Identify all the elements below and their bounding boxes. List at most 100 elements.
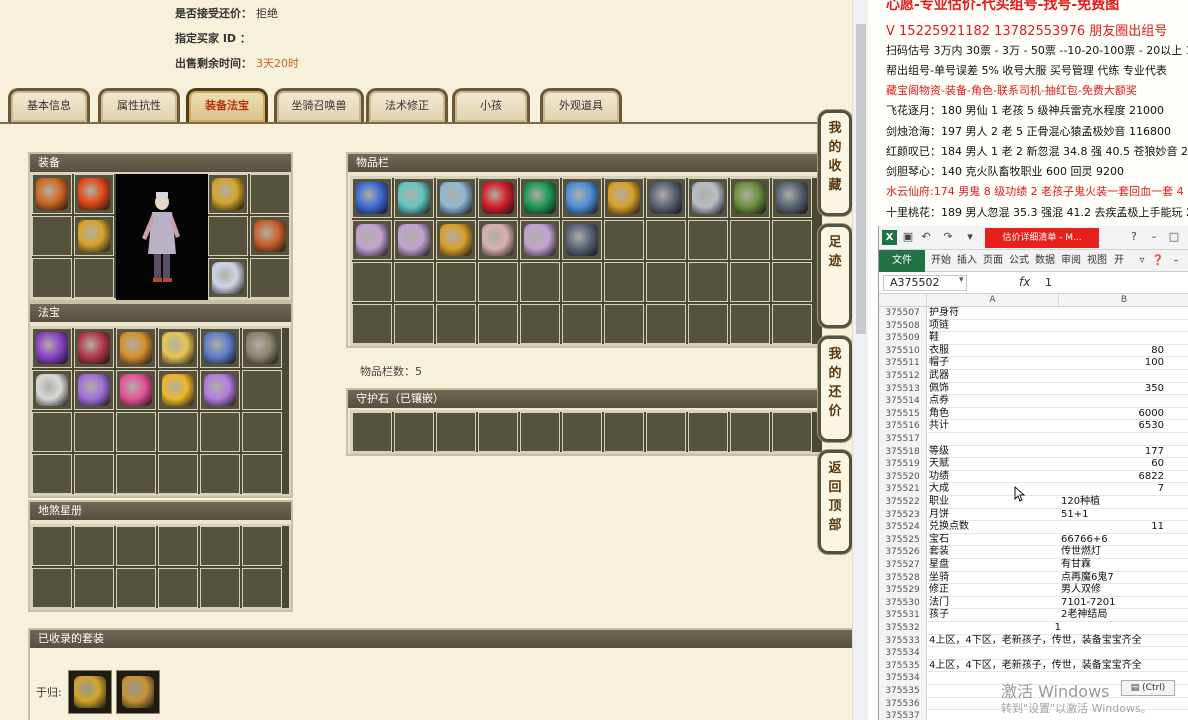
cell-a[interactable]: 修正 bbox=[929, 584, 1059, 597]
row-number[interactable]: 375532 bbox=[879, 622, 927, 635]
ribbon-tab[interactable]: 开始 bbox=[929, 250, 953, 272]
treasure-slot[interactable] bbox=[200, 370, 240, 410]
inventory-slot[interactable] bbox=[520, 304, 560, 344]
cell-a[interactable]: 月饼 bbox=[929, 509, 1059, 522]
save-icon[interactable]: ▣ bbox=[901, 230, 915, 244]
sheet-row[interactable]: 375529 修正 男人双修 bbox=[879, 584, 1188, 597]
inventory-slot[interactable] bbox=[646, 262, 686, 302]
none-slot[interactable] bbox=[200, 568, 240, 608]
none-slot[interactable] bbox=[74, 526, 114, 566]
inventory-slot[interactable] bbox=[562, 304, 602, 344]
cell-a[interactable]: 护身符 bbox=[929, 307, 1059, 320]
treasure-slot[interactable] bbox=[32, 454, 72, 494]
treasure-slot[interactable] bbox=[200, 412, 240, 452]
formula-value[interactable]: 1 bbox=[1045, 276, 1052, 289]
sheet-row[interactable]: 375515 角色 6000 bbox=[879, 407, 1188, 421]
cell-a[interactable]: 鞋 bbox=[929, 332, 1059, 345]
inventory-slot[interactable] bbox=[604, 262, 644, 302]
ribbon-minimize-icon[interactable]: – bbox=[1169, 250, 1183, 272]
cell-b[interactable]: 120种植 bbox=[1061, 496, 1161, 509]
tab-attributes[interactable]: 属性抗性 bbox=[98, 88, 180, 122]
row-number[interactable]: 375513 bbox=[879, 382, 927, 396]
name-box-dropdown-icon[interactable]: ▾ bbox=[959, 275, 964, 285]
inventory-slot[interactable] bbox=[730, 178, 770, 218]
corner-cell[interactable] bbox=[879, 294, 927, 307]
row-number[interactable]: 375537 bbox=[879, 710, 927, 720]
row-number[interactable]: 375514 bbox=[879, 395, 927, 408]
row-number[interactable]: 375524 bbox=[879, 521, 927, 534]
row-number[interactable]: 375536 bbox=[879, 697, 927, 711]
cell-a[interactable]: 项链 bbox=[929, 320, 1059, 333]
ribbon-tab[interactable]: 审阅 bbox=[1059, 250, 1083, 272]
treasure-slot[interactable] bbox=[242, 454, 282, 494]
quick-access-icon[interactable]: ▾ bbox=[963, 230, 977, 244]
set-item-slot[interactable] bbox=[68, 670, 112, 714]
sheet-row[interactable]: 375516 共计 6530 bbox=[879, 420, 1188, 433]
inventory-slot[interactable] bbox=[688, 304, 728, 344]
sheet-row[interactable]: 375509 鞋 bbox=[879, 332, 1188, 345]
treasure-slot[interactable] bbox=[158, 370, 198, 410]
cell-a[interactable]: 星盘 bbox=[929, 559, 1059, 572]
inventory-slot[interactable] bbox=[436, 304, 476, 344]
tab-children[interactable]: 小孩 bbox=[452, 88, 530, 122]
inventory-slot[interactable] bbox=[688, 178, 728, 218]
sheet-row[interactable]: 375513 佩饰 350 bbox=[879, 382, 1188, 396]
cell-b[interactable]: 2老神结局 bbox=[1061, 609, 1161, 622]
row-number[interactable]: 375509 bbox=[879, 332, 927, 345]
none-slot[interactable] bbox=[242, 568, 282, 608]
ribbon-tab[interactable]: 开 bbox=[1111, 250, 1127, 272]
inventory-slot[interactable] bbox=[772, 220, 812, 260]
cell-b[interactable]: 7 bbox=[1061, 483, 1164, 496]
sheet-row[interactable]: 375520 功绩 6822 bbox=[879, 470, 1188, 484]
sheet-row[interactable]: 375533 4上区，4下区，老新孩子，传世，装备宝宝齐全 bbox=[879, 634, 1188, 648]
treasure-slot[interactable] bbox=[116, 412, 156, 452]
row-number[interactable]: 375508 bbox=[879, 319, 927, 333]
inventory-slot[interactable] bbox=[688, 262, 728, 302]
inventory-slot[interactable] bbox=[394, 178, 434, 218]
treasure-slot[interactable] bbox=[32, 412, 72, 452]
row-number[interactable]: 375507 bbox=[879, 307, 927, 320]
inventory-slot[interactable] bbox=[478, 262, 518, 302]
treasure-slot[interactable] bbox=[74, 412, 114, 452]
inventory-slot[interactable] bbox=[646, 178, 686, 218]
inventory-slot[interactable] bbox=[562, 178, 602, 218]
my-bargain-button[interactable]: 我的还价 bbox=[818, 336, 852, 442]
inventory-slot[interactable] bbox=[352, 304, 392, 344]
cell-a[interactable]: 衣服 bbox=[929, 345, 1059, 358]
cell-a[interactable]: 共计 bbox=[929, 420, 1059, 433]
set-item-slot[interactable] bbox=[116, 670, 160, 714]
inventory-slot[interactable] bbox=[730, 262, 770, 302]
sheet-row[interactable]: 375531 孩子 2老神结局 bbox=[879, 609, 1188, 622]
footprint-button[interactable]: 足迹 bbox=[818, 224, 852, 328]
sheet-row[interactable]: 375519 天赋 60 bbox=[879, 458, 1188, 471]
none-slot[interactable] bbox=[242, 526, 282, 566]
treasure-slot[interactable] bbox=[242, 370, 282, 410]
sheet-row[interactable]: 375507 护身符 bbox=[879, 307, 1188, 320]
treasure-slot[interactable] bbox=[74, 370, 114, 410]
sheet-row[interactable]: 375528 坐骑 点再魔6鬼7 bbox=[879, 571, 1188, 585]
ribbon-tab-file[interactable]: 文件 bbox=[879, 250, 925, 272]
none-slot[interactable] bbox=[394, 412, 434, 452]
fx-icon[interactable]: fx bbox=[1019, 275, 1030, 289]
sheet-row[interactable]: 375523 月饼 51+1 bbox=[879, 508, 1188, 522]
cell-b[interactable]: 点再魔6鬼7 bbox=[1061, 572, 1161, 585]
row-number[interactable]: 375512 bbox=[879, 370, 927, 383]
none-slot[interactable] bbox=[730, 412, 770, 452]
cell-b[interactable]: 51+1 bbox=[1061, 509, 1161, 522]
treasure-slot[interactable] bbox=[116, 328, 156, 368]
inventory-slot[interactable] bbox=[352, 262, 392, 302]
equip-slot[interactable] bbox=[32, 174, 72, 214]
row-number[interactable]: 375518 bbox=[879, 445, 927, 459]
none-slot[interactable] bbox=[688, 412, 728, 452]
column-header-a[interactable]: A bbox=[927, 294, 1059, 307]
back-to-top-button[interactable]: 返回顶部 bbox=[818, 450, 852, 554]
scrollbar-thumb[interactable] bbox=[856, 24, 866, 334]
row-number[interactable]: 375519 bbox=[879, 458, 927, 471]
cell-b[interactable]: 60 bbox=[1061, 458, 1164, 471]
inventory-slot[interactable] bbox=[520, 262, 560, 302]
none-slot[interactable] bbox=[436, 412, 476, 452]
row-number[interactable]: 375511 bbox=[879, 357, 927, 370]
inventory-slot[interactable] bbox=[688, 220, 728, 260]
row-number[interactable]: 375522 bbox=[879, 496, 927, 509]
treasure-slot[interactable] bbox=[242, 328, 282, 368]
